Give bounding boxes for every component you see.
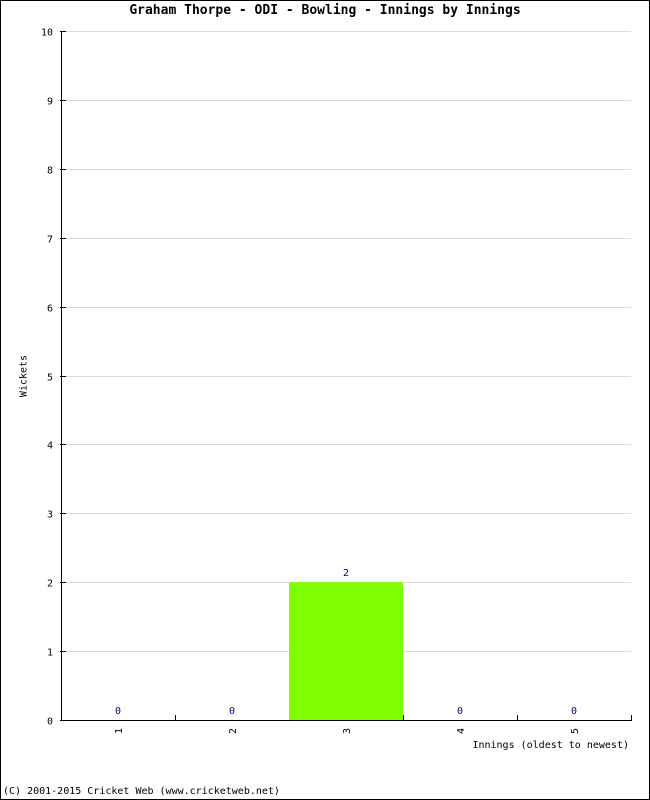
y-tick-label: 9 [47,97,53,108]
data-label: 0 [229,706,235,717]
x-tick-label: 3 [342,728,353,734]
bar [289,582,403,720]
x-tick-label: 4 [456,728,467,734]
y-tick-label: 0 [47,717,53,728]
x-tick-label: 1 [114,728,125,734]
y-tick-label: 7 [47,235,53,246]
bar-chart: 0123456789100102230405 [41,28,632,734]
data-label: 0 [115,706,121,717]
y-tick-label: 6 [47,304,53,315]
y-tick-label: 10 [41,28,53,39]
data-label: 2 [343,568,349,579]
data-label: 0 [571,706,577,717]
x-tick-label: 5 [570,728,581,734]
data-label: 0 [457,706,463,717]
y-tick-label: 4 [47,441,53,452]
y-tick-label: 8 [47,166,53,177]
x-tick-label: 2 [228,728,239,734]
y-tick-label: 1 [47,648,53,659]
y-tick-label: 5 [47,373,53,384]
y-tick-label: 3 [47,510,53,521]
y-tick-label: 2 [47,579,53,590]
